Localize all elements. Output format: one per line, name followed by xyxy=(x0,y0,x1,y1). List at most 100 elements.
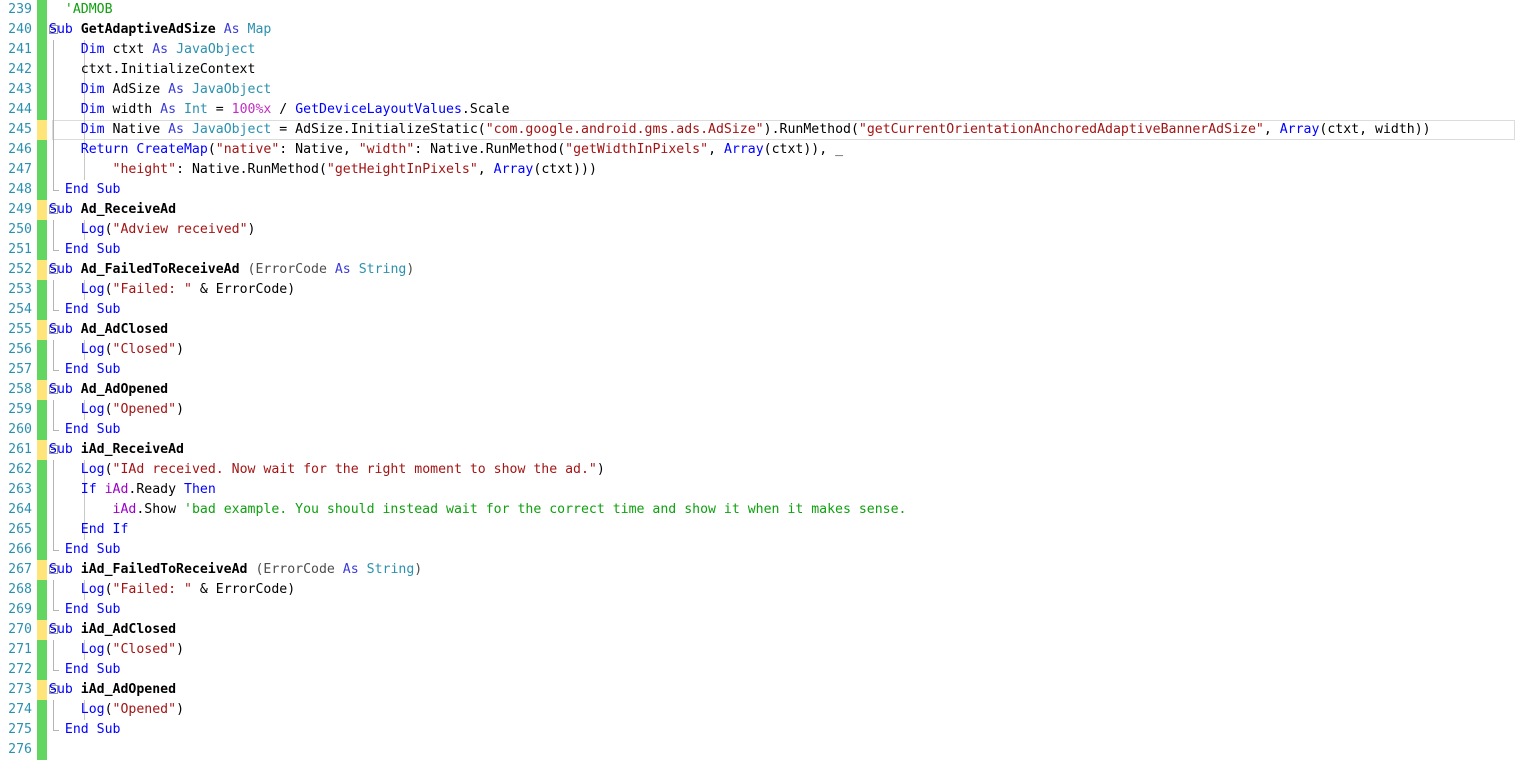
token-str: "IAd received. Now wait for the right mo… xyxy=(112,462,597,477)
saved-change-marker xyxy=(37,220,47,240)
code-line[interactable]: 275 End Sub xyxy=(0,720,1517,740)
token-param: ( xyxy=(247,562,264,577)
code-line[interactable]: 255 Sub Ad_AdClosed xyxy=(0,320,1517,340)
code-text[interactable]: End Sub xyxy=(49,180,121,200)
code-text[interactable]: Dim AdSize As JavaObject xyxy=(49,80,272,100)
code-line[interactable]: 246 Return CreateMap("native": Native, "… xyxy=(0,140,1517,160)
code-line[interactable]: 254 End Sub xyxy=(0,300,1517,320)
code-line[interactable]: 265 End If xyxy=(0,520,1517,540)
code-line[interactable]: 249 Sub Ad_ReceiveAd xyxy=(0,200,1517,220)
code-line[interactable]: 256 Log("Closed") xyxy=(0,340,1517,360)
code-line[interactable]: 247 "height": Native.RunMethod("getHeigh… xyxy=(0,160,1517,180)
saved-change-marker xyxy=(37,100,47,120)
code-line[interactable]: 269 End Sub xyxy=(0,600,1517,620)
code-text[interactable]: Log("Failed: " & ErrorCode) xyxy=(49,280,295,300)
code-line[interactable]: 240 Sub GetAdaptiveAdSize As Map xyxy=(0,20,1517,40)
code-lines-container[interactable]: 239 'ADMOB 240 Sub GetAdaptiveAdSize As Ma… xyxy=(0,0,1517,760)
code-text[interactable]: End Sub xyxy=(49,300,121,320)
token-subname: GetAdaptiveAdSize xyxy=(80,22,216,37)
code-text[interactable]: End Sub xyxy=(49,540,121,560)
code-line[interactable]: 267 Sub iAd_FailedToReceiveAd (ErrorCode … xyxy=(0,560,1517,580)
code-text[interactable]: If iAd.Ready Then xyxy=(49,480,216,500)
code-line[interactable]: 271 Log("Closed") xyxy=(0,640,1517,660)
code-line[interactable]: 260 End Sub xyxy=(0,420,1517,440)
code-text[interactable]: Log("Opened") xyxy=(49,700,184,720)
code-text[interactable]: Log("IAd received. Now wait for the righ… xyxy=(49,460,605,480)
code-text[interactable]: Log("Closed") xyxy=(49,640,184,660)
code-line[interactable]: 272 End Sub xyxy=(0,660,1517,680)
line-number: 268 xyxy=(8,582,32,597)
code-text[interactable]: 'ADMOB xyxy=(49,0,113,20)
code-line[interactable]: 252 Sub Ad_FailedToReceiveAd (ErrorCode A… xyxy=(0,260,1517,280)
token-punct xyxy=(49,342,81,357)
code-text[interactable]: End Sub xyxy=(49,240,121,260)
saved-change-marker xyxy=(37,580,47,600)
saved-change-marker xyxy=(37,540,47,560)
code-text[interactable]: End Sub xyxy=(49,360,121,380)
token-fn: Log xyxy=(80,282,105,297)
code-line[interactable]: 263 If iAd.Ready Then xyxy=(0,480,1517,500)
code-text[interactable]: Log("Opened") xyxy=(49,400,184,420)
code-line[interactable]: 259 Log("Opened") xyxy=(0,400,1517,420)
code-text[interactable]: End Sub xyxy=(49,600,121,620)
code-line[interactable]: 239 'ADMOB xyxy=(0,0,1517,20)
code-text[interactable]: Sub iAd_AdOpened xyxy=(49,680,176,700)
code-text[interactable]: "height": Native.RunMethod("getHeightInP… xyxy=(49,160,597,180)
code-text[interactable]: Sub Ad_FailedToReceiveAd (ErrorCode As S… xyxy=(49,260,414,280)
code-line[interactable]: 253 Log("Failed: " & ErrorCode) xyxy=(0,280,1517,300)
code-text[interactable]: Sub Ad_AdOpened xyxy=(49,380,168,400)
code-line[interactable]: 266 End Sub xyxy=(0,540,1517,560)
code-line[interactable]: 257 End Sub xyxy=(0,360,1517,380)
code-text[interactable]: End If xyxy=(49,520,129,540)
code-text[interactable]: End Sub xyxy=(49,420,121,440)
code-line[interactable]: 270 Sub iAd_AdClosed xyxy=(0,620,1517,640)
code-line[interactable]: 242 ctxt.InitializeContext xyxy=(0,60,1517,80)
line-number: 256 xyxy=(8,342,32,357)
code-line[interactable]: 243 Dim AdSize As JavaObject xyxy=(0,80,1517,100)
code-line[interactable]: 251 End Sub xyxy=(0,240,1517,260)
code-text[interactable]: Dim width As Int = 100%x / GetDeviceLayo… xyxy=(49,100,510,120)
token-kw: Sub xyxy=(49,682,81,697)
code-line[interactable]: 241 Dim ctxt As JavaObject xyxy=(0,40,1517,60)
code-line[interactable]: 258 Sub Ad_AdOpened xyxy=(0,380,1517,400)
token-id: ) xyxy=(596,462,605,477)
code-text[interactable]: Log("Adview received") xyxy=(49,220,256,240)
code-line[interactable]: 268 Log("Failed: " & ErrorCode) xyxy=(0,580,1517,600)
code-text[interactable]: iAd.Show 'bad example. You should instea… xyxy=(49,500,907,520)
code-text[interactable]: Dim Native As JavaObject = AdSize.Initia… xyxy=(49,120,1431,140)
code-text[interactable]: End Sub xyxy=(49,720,121,740)
code-text[interactable]: End Sub xyxy=(49,660,121,680)
code-text[interactable]: Sub iAd_ReceiveAd xyxy=(49,440,184,460)
code-line[interactable]: 274 Log("Opened") xyxy=(0,700,1517,720)
code-line[interactable]: 264 iAd.Show 'bad example. You should in… xyxy=(0,500,1517,520)
code-line[interactable]: 248 End Sub xyxy=(0,180,1517,200)
token-kw: Sub xyxy=(49,442,81,457)
token-punct xyxy=(49,402,81,417)
code-line[interactable]: 276 xyxy=(0,740,1517,760)
code-text[interactable]: Sub Ad_AdClosed xyxy=(49,320,168,340)
code-line[interactable]: 273 Sub iAd_AdOpened xyxy=(0,680,1517,700)
token-punct xyxy=(49,242,65,257)
code-text[interactable]: Dim ctxt As JavaObject xyxy=(49,40,256,60)
code-text[interactable]: Sub iAd_AdClosed xyxy=(49,620,176,640)
token-subname: iAd_AdOpened xyxy=(80,682,177,697)
code-line[interactable]: 245 Dim Native As JavaObject = AdSize.In… xyxy=(0,120,1517,140)
code-text[interactable]: Sub GetAdaptiveAdSize As Map xyxy=(49,20,271,40)
saved-change-marker xyxy=(37,700,47,720)
saved-change-marker xyxy=(37,280,47,300)
code-editor[interactable]: 239 'ADMOB 240 Sub GetAdaptiveAdSize As Ma… xyxy=(0,0,1517,760)
token-str: "height" xyxy=(112,162,177,177)
saved-change-marker xyxy=(37,80,47,100)
code-text[interactable]: Return CreateMap("native": Native, "widt… xyxy=(49,140,843,160)
code-text[interactable]: ctxt.InitializeContext xyxy=(49,60,256,80)
code-text[interactable]: Log("Failed: " & ErrorCode) xyxy=(49,580,295,600)
code-line[interactable]: 244 Dim width As Int = 100%x / GetDevice… xyxy=(0,100,1517,120)
code-text[interactable]: Sub iAd_FailedToReceiveAd (ErrorCode As … xyxy=(49,560,422,580)
code-line[interactable]: 250 Log("Adview received") xyxy=(0,220,1517,240)
line-number: 251 xyxy=(8,242,32,257)
code-text[interactable]: Log("Closed") xyxy=(49,340,184,360)
code-line[interactable]: 261 Sub iAd_ReceiveAd xyxy=(0,440,1517,460)
code-line[interactable]: 262 Log("IAd received. Now wait for the … xyxy=(0,460,1517,480)
line-number: 261 xyxy=(8,442,32,457)
code-text[interactable]: Sub Ad_ReceiveAd xyxy=(49,200,176,220)
